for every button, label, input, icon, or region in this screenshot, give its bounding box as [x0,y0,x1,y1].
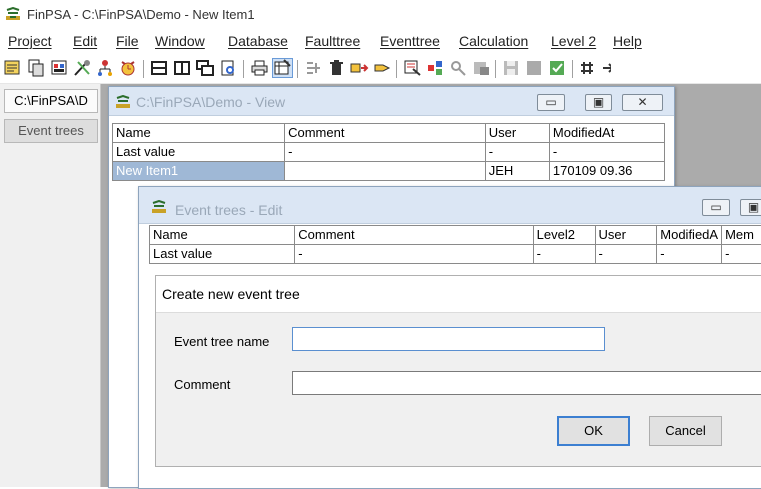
cell-modifiedat[interactable]: 170109 09.36 [549,162,664,181]
result-icon[interactable] [472,59,491,77]
run-calculation-icon[interactable] [403,59,422,77]
column-header-modifiedat[interactable]: ModifiedAt [549,124,664,143]
ok-button[interactable]: OK [557,416,630,446]
menu-database[interactable]: Database [228,33,288,49]
column-header-user[interactable]: User [485,124,549,143]
insert-node-icon[interactable] [304,59,323,77]
project-path-button[interactable]: C:\FinPSA\D [4,89,98,113]
copy-icon[interactable] [27,59,46,77]
column-header-name[interactable]: Name [113,124,285,143]
table-row[interactable]: Last value - - - [113,143,665,162]
print-preview-icon[interactable] [219,59,238,77]
cell-level2[interactable]: - [533,245,595,264]
database-icon[interactable] [50,59,69,77]
grid-icon[interactable] [578,59,597,77]
column-header-name[interactable]: Name [150,226,295,245]
event-trees-button[interactable]: Event trees [4,119,98,143]
menu-calculation[interactable]: Calculation [459,33,528,49]
cell-user[interactable]: - [595,245,657,264]
cell-name[interactable]: Last value [150,245,295,264]
comment-label: Comment [174,377,230,392]
comment-input[interactable] [292,371,761,395]
table-row-selected[interactable]: New Item1 JEH 170109 09.36 [113,162,665,181]
menu-level2[interactable]: Level 2 [551,33,596,49]
cell-memo[interactable]: - [722,245,761,264]
view-window-title: C:\FinPSA\Demo - View [136,94,285,110]
app-title-bar: FinPSA - C:\FinPSA\Demo - New Item1 [0,0,761,30]
cascade-windows-icon[interactable] [196,59,215,77]
column-header-comment[interactable]: Comment [285,124,486,143]
cell-modifiedat[interactable]: - [657,245,722,264]
column-header-comment[interactable]: Comment [295,226,533,245]
event-tree-name-label: Event tree name [174,334,269,349]
column-header-level2[interactable]: Level2 [533,226,595,245]
menu-file[interactable]: File [116,33,139,49]
menu-faulttree[interactable]: Faulttree [305,33,360,49]
cell-name[interactable]: New Item1 [113,162,285,181]
edit-table: Name Comment Level2 User ModifiedA Mem L… [149,225,761,264]
menu-help[interactable]: Help [613,33,642,49]
view-maximize-button[interactable]: ▣ [585,94,612,111]
point-right-icon[interactable] [373,59,392,77]
close-icon: ✕ [623,95,662,110]
edit-minimize-button[interactable]: ▭ [702,199,730,216]
view-window-caption[interactable]: C:\FinPSA\Demo - View ▭ ▣ ✕ [109,87,674,116]
menu-edit[interactable]: Edit [73,33,97,49]
menu-project[interactable]: Project [8,33,52,49]
column-header-user[interactable]: User [595,226,657,245]
maximize-icon: ▣ [741,200,761,215]
view-close-button[interactable]: ✕ [622,94,663,111]
minimize-icon: ▭ [703,200,729,215]
save-icon[interactable] [502,59,521,77]
fault-tree-icon[interactable] [96,59,115,77]
tools-icon[interactable] [73,59,92,77]
stop-icon[interactable] [525,59,544,77]
cell-comment[interactable]: - [295,245,533,264]
column-header-modifiedat[interactable]: ModifiedA [657,226,722,245]
edit-table-header: Name Comment Level2 User ModifiedA Mem [150,226,761,245]
print-icon[interactable] [250,59,269,77]
split-vertical-icon[interactable] [173,59,192,77]
cell-user[interactable]: - [485,143,549,162]
analyze-icon[interactable] [449,59,468,77]
menu-eventtree[interactable]: Eventtree [380,33,440,49]
edit-window-title: Event trees - Edit [175,202,282,218]
alarm-icon[interactable] [119,59,138,77]
edit-window-caption[interactable]: Event trees - Edit ▭ ▣ [139,187,761,224]
check-icon[interactable] [548,59,567,77]
dialog-title: Create new event tree [162,286,300,302]
cell-user[interactable]: JEH [485,162,549,181]
create-event-tree-dialog: Create new event tree Event tree name Co… [155,275,761,467]
dialog-header: Create new event tree [156,276,761,313]
finpsa-window-icon [151,200,167,214]
edit-table-icon[interactable] [273,59,292,77]
cell-modifiedat[interactable]: - [549,143,664,162]
toolbar [0,53,761,84]
cell-comment[interactable]: - [285,143,486,162]
left-panel: C:\FinPSA\D Event trees [0,84,101,487]
delete-icon[interactable] [327,59,346,77]
cell-name[interactable]: Last value [113,143,285,162]
cancel-button[interactable]: Cancel [649,416,722,446]
split-horizontal-icon[interactable] [150,59,169,77]
maximize-icon: ▣ [586,95,611,110]
sequence-icon[interactable] [426,59,445,77]
view-table: Name Comment User ModifiedAt Last value … [112,123,665,181]
menu-window[interactable]: Window [155,33,205,49]
event-tree-name-input[interactable] [292,327,605,351]
view-minimize-button[interactable]: ▭ [537,94,565,111]
menu-bar: Project Edit File Window Database Faultt… [0,30,761,52]
cell-comment[interactable] [285,162,486,181]
finpsa-app-icon [5,7,21,21]
open-project-icon[interactable] [4,59,23,77]
view-table-header: Name Comment User ModifiedAt [113,124,665,143]
more-tools-icon[interactable] [601,59,611,77]
minimize-icon: ▭ [538,95,564,110]
table-row[interactable]: Last value - - - - - [150,245,761,264]
column-header-memo[interactable]: Mem [722,226,761,245]
edit-maximize-button[interactable]: ▣ [740,199,761,216]
finpsa-window-icon [115,95,131,109]
move-node-icon[interactable] [350,59,369,77]
window-title: FinPSA - C:\FinPSA\Demo - New Item1 [27,7,255,22]
